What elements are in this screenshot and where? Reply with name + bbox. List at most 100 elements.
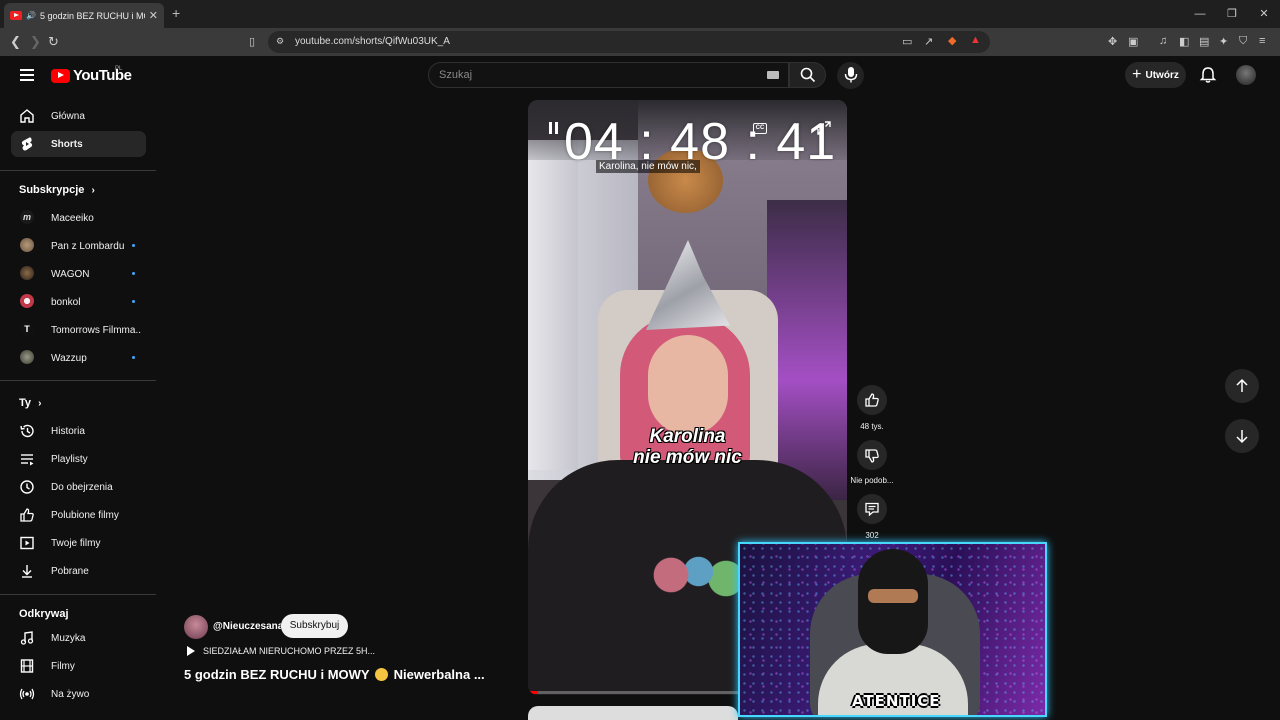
films-icon	[20, 659, 34, 673]
sidebar-item-label: Playlisty	[51, 453, 88, 465]
sound-title[interactable]: SIEDZIAŁAM NIERUCHOMO PRZEZ 5H...	[203, 646, 375, 656]
media-icon[interactable]: ♫	[1159, 35, 1167, 47]
voice-search-button[interactable]	[837, 62, 864, 89]
like-button[interactable]	[857, 385, 887, 415]
channel-avatar-pan-z-lombardu	[20, 238, 34, 252]
minimize-button[interactable]: —	[1184, 0, 1216, 28]
playlist-icon	[21, 454, 34, 466]
video-title[interactable]: 5 godzin BEZ RUCHU i MOWY Niewerbalna ..…	[184, 667, 485, 682]
extensions-icon[interactable]: ✥	[1108, 35, 1117, 48]
sidebar-divider	[0, 594, 156, 595]
channel-name[interactable]: @Nieuczesana	[213, 621, 283, 632]
sidebar-item-subscription[interactable]: WAGON	[11, 261, 146, 287]
sidebar-item-your-videos[interactable]: Twoje filmy	[11, 530, 146, 556]
share-icon[interactable]: ↗	[924, 35, 933, 48]
tab-title: 5 godzin BEZ RUCHU i MOW	[39, 10, 145, 21]
previous-short-button[interactable]	[1225, 369, 1259, 403]
plus-icon: +	[1132, 66, 1142, 83]
shorts-icon	[21, 137, 33, 151]
sidebar-item-live[interactable]: Na żywo	[11, 681, 146, 707]
leo-ai-icon[interactable]: ✦	[1219, 35, 1228, 48]
tab-close-icon[interactable]: ✕	[149, 9, 158, 22]
tab-search-icon[interactable]: ▣	[1128, 35, 1138, 48]
next-short-preview	[528, 706, 738, 720]
user-avatar[interactable]	[1236, 65, 1256, 85]
channel-avatar-wazzup	[20, 350, 34, 364]
new-content-dot	[132, 272, 135, 275]
arrow-down-icon	[1236, 430, 1248, 444]
brave-shield-icon[interactable]: ◆	[948, 34, 956, 47]
pause-icon[interactable]	[548, 122, 560, 134]
video-title-text: Niewerbalna ...	[393, 667, 485, 682]
bookmark-icon[interactable]: ▯	[249, 35, 255, 48]
search-box[interactable]	[428, 62, 789, 88]
you-heading[interactable]: Ty ›	[19, 397, 41, 409]
youtube-favicon-icon	[10, 11, 22, 20]
back-icon[interactable]: ❮	[10, 34, 21, 50]
reload-icon[interactable]: ↻	[48, 34, 59, 50]
forward-icon[interactable]: ❯	[30, 34, 41, 50]
sidebar-item-label: Pan z Lombardu	[51, 240, 125, 252]
arrow-up-icon	[1236, 378, 1248, 392]
subscribe-button[interactable]: Subskrybuj	[281, 614, 348, 638]
browser-menu-icon[interactable]: ≡	[1259, 35, 1265, 47]
notifications-bell-icon[interactable]	[1199, 66, 1217, 84]
dislike-button[interactable]	[857, 440, 887, 470]
sidebar-item-subscription[interactable]: m Maceeiko	[11, 205, 146, 231]
new-tab-button[interactable]: +	[172, 5, 180, 21]
sidebar-item-label: Wazzup	[51, 352, 87, 364]
browser-tab[interactable]: 🔊 5 godzin BEZ RUCHU i MOW ✕	[4, 3, 164, 28]
sidebar-item-subscription[interactable]: Wazzup	[11, 345, 146, 371]
play-sound-icon[interactable]	[186, 646, 196, 656]
keyboard-icon[interactable]	[767, 71, 779, 79]
sidebar-item-label: Filmy	[51, 660, 75, 672]
sidebar-item-label: Do obejrzenia	[51, 481, 113, 493]
channel-avatar[interactable]	[184, 615, 208, 639]
sidebar-item-subscription[interactable]: bonkol	[11, 289, 146, 315]
brave-rewards-icon[interactable]: ▲	[970, 34, 981, 46]
sidebar-toggle-icon[interactable]: ◧	[1179, 35, 1189, 48]
video-caption: Karolina nie mów nic	[528, 426, 847, 468]
sidebar-item-playlists[interactable]: Playlisty	[11, 446, 146, 472]
search-input[interactable]	[439, 69, 749, 81]
browser-address-bar: ❮ ❯ ↻ ▯ ⚙ youtube.com/shorts/QifWu03UK_A…	[0, 28, 1280, 56]
hamburger-menu-icon[interactable]	[20, 69, 34, 81]
sidebar-item-history[interactable]: Historia	[11, 418, 146, 444]
channel-avatar-tomorrows-filmmakers: T	[20, 322, 34, 336]
search-button[interactable]	[789, 62, 826, 88]
window-controls: — ❐ ✕	[1184, 0, 1280, 28]
sidebar-item-subscription[interactable]: T Tomorrows Filmma...	[11, 317, 146, 343]
close-window-button[interactable]: ✕	[1248, 0, 1280, 28]
url-field[interactable]: ⚙ youtube.com/shorts/QifWu03UK_A ▭ ↗ ◆ ▲	[268, 31, 990, 53]
create-button[interactable]: + Utwórz	[1125, 62, 1186, 88]
comments-button[interactable]	[857, 494, 887, 524]
sidebar-item-home[interactable]: Główna	[11, 103, 146, 129]
sidebar-item-shorts[interactable]: Shorts	[11, 131, 146, 157]
like-count: 48 tys.	[860, 422, 884, 431]
site-info-icon[interactable]: ⚙	[276, 36, 284, 47]
video-frame-face	[648, 335, 728, 435]
sidebar-item-label: Twoje filmy	[51, 537, 101, 549]
sidebar-item-films[interactable]: Filmy	[11, 653, 146, 679]
sidebar-item-liked-videos[interactable]: Polubione filmy	[11, 502, 146, 528]
channel-avatar-bonkol	[20, 294, 34, 308]
like-icon	[20, 508, 34, 522]
subscriptions-heading[interactable]: Subskrypcje ›	[19, 184, 95, 196]
sidebar-item-label: Tomorrows Filmma...	[51, 324, 141, 336]
sidebar-item-subscription[interactable]: Pan z Lombardu	[11, 233, 146, 259]
sidebar-item-label: Pobrane	[51, 565, 89, 577]
sidebar-item-downloads[interactable]: Pobrane	[11, 558, 146, 584]
captions-button[interactable]: CC	[753, 123, 767, 134]
maximize-button[interactable]: ❐	[1216, 0, 1248, 28]
video-subtitle: Karolina, nie mów nic,	[596, 160, 700, 173]
sidebar-item-music[interactable]: Muzyka	[11, 625, 146, 651]
sidebar-item-label: bonkol	[51, 296, 81, 308]
cast-icon[interactable]: ▭	[902, 35, 912, 48]
sidebar-item-watch-later[interactable]: Do obejrzenia	[11, 474, 146, 500]
video-title-text: 5 godzin BEZ RUCHU i MOWY	[184, 667, 370, 682]
vpn-icon[interactable]: ⛉	[1239, 35, 1247, 48]
speaker-icon: 🔊	[26, 11, 36, 20]
next-short-button[interactable]	[1225, 419, 1259, 453]
fullscreen-icon[interactable]	[817, 121, 831, 135]
wallet-icon[interactable]: ▤	[1199, 35, 1209, 48]
